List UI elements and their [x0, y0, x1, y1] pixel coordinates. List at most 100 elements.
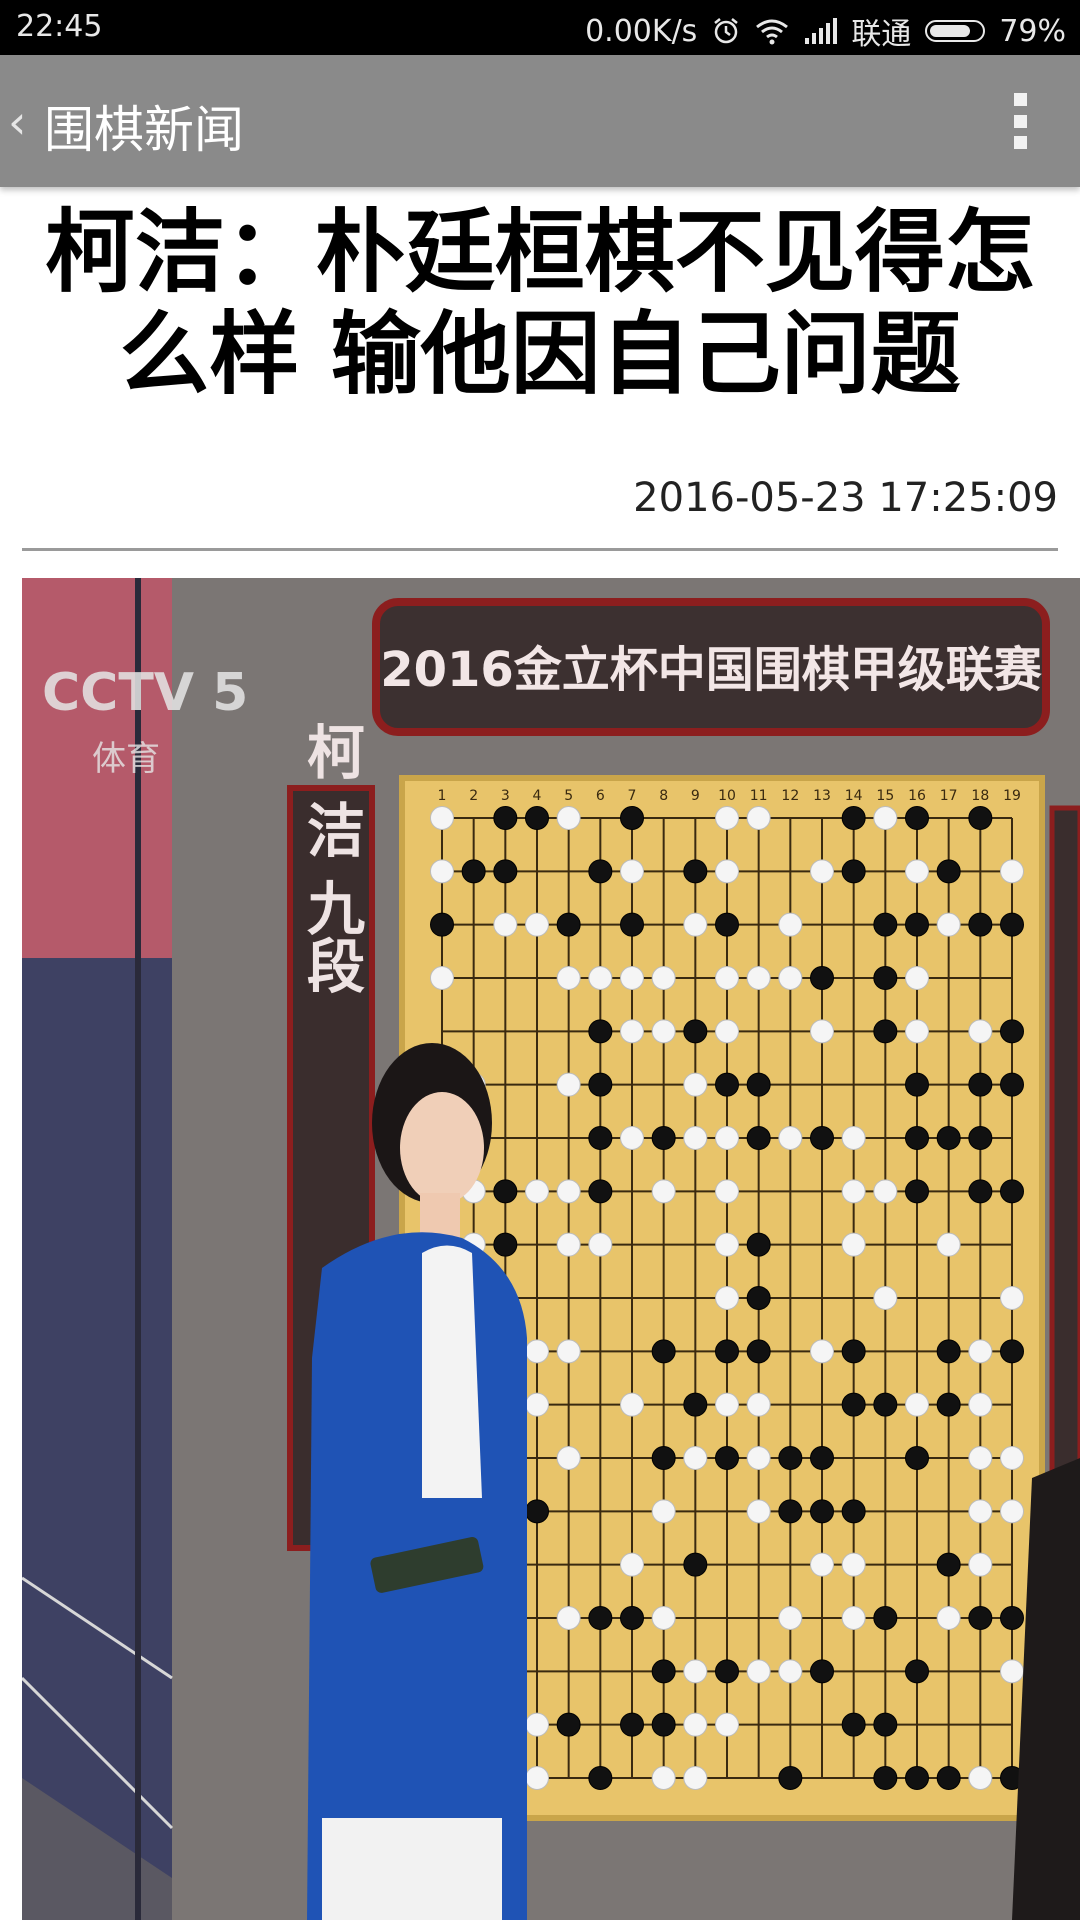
black-stone: [873, 1019, 898, 1044]
white-stone: [715, 1179, 739, 1204]
black-stone: [683, 859, 708, 884]
black-stone: [905, 1446, 929, 1470]
black-stone: [968, 1179, 993, 1204]
white-stone: [936, 912, 961, 937]
white-stone: [778, 1659, 803, 1684]
black-stone: [683, 1392, 708, 1417]
black-stone: [556, 1712, 581, 1737]
black-stone: [873, 912, 898, 937]
white-stone: [746, 1392, 771, 1417]
white-stone: [556, 1179, 581, 1204]
white-stone: [873, 1286, 898, 1310]
black-stone: [525, 806, 549, 830]
white-stone: [715, 806, 739, 830]
back-button[interactable]: ‹: [8, 95, 26, 149]
black-stone: [841, 1712, 866, 1737]
board-column-label: 10: [718, 788, 736, 804]
black-stone: [873, 1606, 898, 1630]
article-headline: 柯洁：朴廷桓棋不见得怎么样 输他因自己问题: [45, 200, 1035, 407]
black-stone: [588, 1766, 613, 1790]
white-stone: [556, 1446, 581, 1470]
black-stone: [841, 859, 866, 884]
black-stone: [810, 1499, 834, 1524]
board-column-label: 11: [750, 788, 768, 804]
white-stone: [905, 1019, 929, 1044]
black-stone: [651, 1659, 676, 1684]
status-right-group: 0.00K/s 联通 79%: [585, 9, 1066, 53]
black-stone: [715, 1339, 739, 1364]
side-label: 柯 洁 九段: [297, 722, 365, 994]
black-stone: [1000, 1606, 1024, 1630]
black-stone: [905, 1126, 929, 1150]
white-stone: [525, 1179, 549, 1204]
white-stone: [1000, 1446, 1024, 1470]
white-stone: [968, 1339, 993, 1364]
black-stone: [683, 1019, 708, 1044]
black-stone: [493, 1232, 518, 1257]
white-stone: [1000, 1659, 1024, 1684]
white-stone: [778, 966, 803, 990]
board-column-label: 1: [438, 788, 447, 804]
black-stone: [905, 1179, 929, 1204]
black-stone: [778, 1766, 803, 1790]
white-stone: [968, 1446, 993, 1470]
white-stone: [841, 1126, 866, 1150]
white-stone: [968, 1766, 993, 1790]
white-stone: [651, 966, 676, 990]
board-column-label: 9: [691, 788, 700, 804]
white-stone: [620, 1392, 644, 1417]
white-stone: [430, 966, 454, 990]
article-photo[interactable]: 2016金立杯中国围棋甲级联赛 CCTV 5 体育 柯 洁 九段 1234567…: [22, 578, 1080, 1920]
white-stone: [525, 1339, 549, 1364]
board-column-label: 18: [971, 788, 989, 804]
white-stone: [651, 1019, 676, 1044]
more-vert-dot: [1013, 136, 1027, 149]
white-stone: [715, 1712, 739, 1737]
black-stone: [746, 1072, 771, 1097]
black-stone: [651, 1126, 676, 1150]
more-options-button[interactable]: [1010, 93, 1030, 149]
white-stone: [588, 966, 613, 990]
black-stone: [1000, 912, 1024, 937]
board-column-label: 17: [940, 788, 958, 804]
black-stone: [493, 1179, 518, 1204]
black-stone: [936, 1126, 961, 1150]
white-stone: [651, 1766, 676, 1790]
white-stone: [556, 966, 581, 990]
white-stone: [715, 1232, 739, 1257]
white-stone: [968, 1552, 993, 1577]
board-column-label: 16: [908, 788, 926, 804]
status-time: 22:45: [16, 9, 103, 44]
tv-logo: CCTV 5: [42, 663, 248, 723]
black-stone: [588, 1606, 613, 1630]
white-stone: [778, 912, 803, 937]
chevron-left-icon: ‹: [8, 95, 27, 149]
white-stone: [810, 859, 834, 884]
white-stone: [683, 1766, 708, 1790]
black-stone: [493, 859, 518, 884]
white-stone: [683, 1659, 708, 1684]
black-stone: [905, 912, 929, 937]
black-stone: [651, 1446, 676, 1470]
black-stone: [620, 1712, 644, 1737]
tv-logo-sub: 体育: [92, 739, 160, 779]
go-match-photo: 2016金立杯中国围棋甲级联赛 CCTV 5 体育 柯 洁 九段 1234567…: [22, 578, 1080, 1920]
board-column-label: 3: [501, 788, 510, 804]
white-stone: [683, 1126, 708, 1150]
white-stone: [968, 1019, 993, 1044]
white-stone: [778, 1126, 803, 1150]
white-stone: [556, 1072, 581, 1097]
white-stone: [905, 966, 929, 990]
black-stone: [936, 1339, 961, 1364]
white-stone: [651, 1179, 676, 1204]
white-stone: [746, 1446, 771, 1470]
white-stone: [493, 912, 518, 937]
white-stone: [556, 1339, 581, 1364]
black-stone: [556, 912, 581, 937]
black-stone: [968, 806, 993, 830]
white-stone: [651, 1499, 676, 1524]
black-stone: [588, 1126, 613, 1150]
banner-text: 2016金立杯中国围棋甲级联赛: [380, 642, 1043, 698]
black-stone: [715, 1659, 739, 1684]
black-stone: [936, 1392, 961, 1417]
